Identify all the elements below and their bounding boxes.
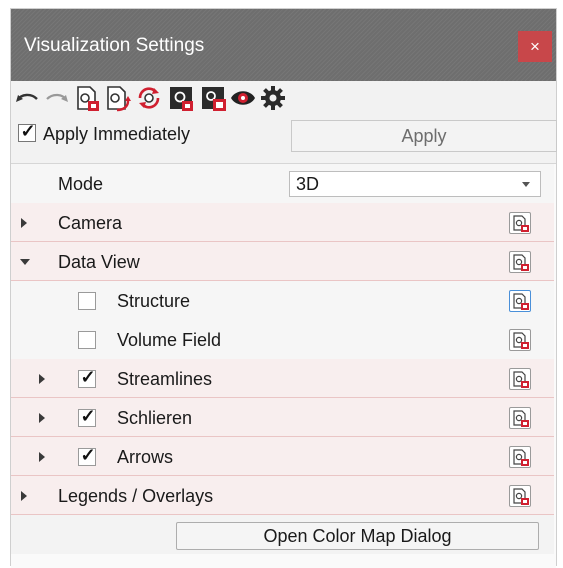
export-settings-icon[interactable] — [509, 368, 531, 390]
mode-select[interactable]: 3D — [289, 171, 541, 197]
schlieren-checkbox[interactable]: ✓ — [78, 406, 96, 427]
export-settings-icon[interactable] — [509, 407, 531, 429]
camera-label: Camera — [58, 213, 123, 233]
apply-row: ✓ Apply Immediately Apply — [11, 115, 557, 152]
streamlines-checkbox[interactable]: ✓ — [78, 367, 96, 388]
visualization-settings-window: Visualization Settings × ✓ Apply Immedia… — [10, 8, 557, 568]
expand-arrow-icon[interactable] — [21, 491, 27, 501]
checkmark-icon: ✓ — [80, 445, 96, 465]
close-button[interactable]: × — [518, 31, 552, 62]
toolbar — [11, 81, 556, 115]
apply-immediately-checkbox[interactable]: ✓ — [18, 121, 36, 142]
mode-row: Mode 3D — [11, 164, 554, 203]
color-map-row: Open Color Map Dialog — [11, 515, 554, 554]
import-settings-icon[interactable] — [103, 84, 131, 112]
settings-tree: Mode 3D Camera Data View Structure Volum… — [11, 163, 556, 568]
export-settings-icon[interactable] — [509, 251, 531, 273]
export-settings-icon[interactable] — [509, 290, 531, 312]
redo-icon[interactable] — [43, 84, 71, 112]
volume-field-checkbox[interactable] — [78, 331, 96, 349]
save-default-icon[interactable] — [199, 84, 227, 112]
schlieren-label: Schlieren — [117, 408, 193, 428]
arrows-label: Arrows — [117, 447, 174, 467]
arrows-checkbox[interactable]: ✓ — [78, 445, 96, 466]
preview-eye-icon[interactable] — [229, 84, 257, 112]
mode-value: 3D — [296, 174, 320, 194]
structure-label: Structure — [117, 291, 191, 311]
expand-arrow-icon[interactable] — [39, 452, 45, 462]
export-settings-icon[interactable] — [509, 446, 531, 468]
export-settings-icon[interactable] — [509, 329, 531, 351]
window-title: Visualization Settings — [24, 35, 205, 56]
export-settings-icon[interactable] — [73, 84, 101, 112]
settings-gear-icon[interactable] — [259, 84, 287, 112]
export-settings-icon[interactable] — [509, 212, 531, 234]
data-view-label: Data View — [58, 252, 140, 272]
expand-arrow-icon[interactable] — [39, 413, 45, 423]
streamlines-label: Streamlines — [117, 369, 213, 389]
open-color-map-button[interactable]: Open Color Map Dialog — [176, 522, 539, 550]
chevron-down-icon — [522, 182, 530, 187]
volume-field-label: Volume Field — [117, 330, 222, 350]
checkmark-icon: ✓ — [80, 367, 96, 387]
data-view-row[interactable]: Data View — [11, 242, 554, 281]
volume-field-row[interactable]: Volume Field — [11, 320, 554, 359]
legends-overlays-row[interactable]: Legends / Overlays — [11, 476, 554, 515]
collapse-arrow-icon[interactable] — [20, 259, 30, 265]
save-settings-icon[interactable] — [167, 84, 195, 112]
schlieren-row[interactable]: ✓ Schlieren — [11, 398, 554, 437]
camera-row[interactable]: Camera — [11, 203, 554, 242]
structure-row[interactable]: Structure — [11, 281, 554, 320]
structure-checkbox[interactable] — [78, 292, 96, 310]
title-bar[interactable]: Visualization Settings × — [11, 9, 556, 81]
reload-settings-icon[interactable] — [135, 84, 163, 112]
expand-arrow-icon[interactable] — [39, 374, 45, 384]
expand-arrow-icon[interactable] — [21, 218, 27, 228]
apply-button[interactable]: Apply — [291, 120, 557, 152]
export-settings-icon[interactable] — [509, 485, 531, 507]
mode-label: Mode — [58, 174, 104, 194]
checkmark-icon: ✓ — [80, 406, 96, 426]
checkmark-icon: ✓ — [20, 121, 36, 141]
apply-immediately-label[interactable]: Apply Immediately — [43, 124, 190, 145]
legends-overlays-label: Legends / Overlays — [58, 486, 214, 506]
streamlines-row[interactable]: ✓ Streamlines — [11, 359, 554, 398]
arrows-row[interactable]: ✓ Arrows — [11, 437, 554, 476]
undo-icon[interactable] — [13, 84, 41, 112]
